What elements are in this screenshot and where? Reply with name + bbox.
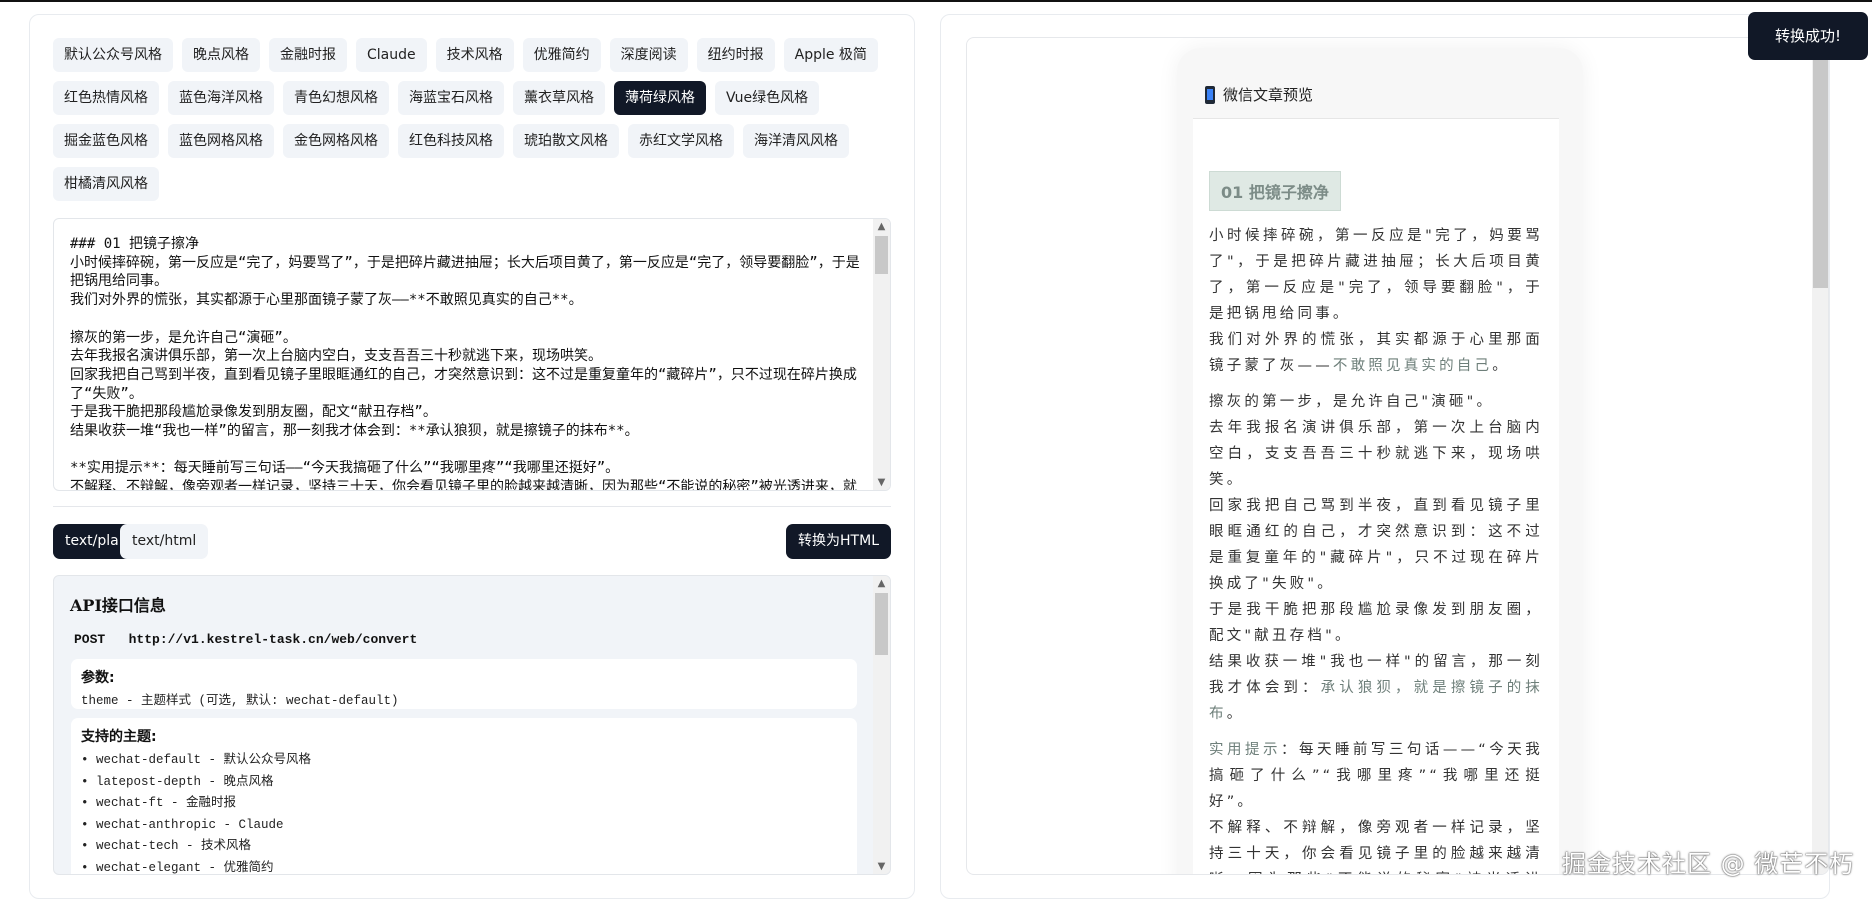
- theme-button[interactable]: 深度阅读: [609, 38, 688, 72]
- api-title: API接口信息: [70, 596, 166, 615]
- article-content: 01 把镜子擦净 小时候摔碎碗，第一反应是"完了，妈要骂了"，于是把碎片藏进抽屉…: [1193, 118, 1559, 874]
- editor-scrollbar[interactable]: ▲ ▼: [873, 219, 890, 490]
- paragraph: 小时候摔碎碗，第一反应是"完了，妈要骂了"，于是把碎片藏进抽屉；长大后项目黄了，…: [1209, 228, 1543, 322]
- theme-list: 默认公众号风格 晚点风格 金融时报 Claude 技术风格 优雅简约 深度阅读 纽约时报 App…: [53, 38, 893, 201]
- theme-button[interactable]: 金色网格风格: [283, 124, 389, 158]
- theme-button[interactable]: 晚点风格: [182, 38, 260, 72]
- paragraph: 于是我干脆把那段尴尬录像发到朋友圈，配文"献丑存档"。: [1209, 602, 1543, 644]
- theme-button[interactable]: 琥珀散文风格: [513, 124, 619, 158]
- success-toast: 转换成功!: [1748, 12, 1868, 60]
- article-heading: 01 把镜子擦净: [1209, 171, 1341, 211]
- api-scrollbar[interactable]: ▲ ▼: [873, 576, 890, 874]
- scroll-thumb[interactable]: [1813, 48, 1828, 288]
- params-title: 参数:: [81, 670, 115, 686]
- markdown-input[interactable]: ### 01 把镜子擦净 小时候摔碎碗，第一反应是“完了，妈要骂了”，于是把碎片…: [53, 218, 891, 491]
- preview-panel: 微信文章预览 01 把镜子擦净 小时候摔碎碗，第一反应是"完了，妈要骂了"，于是…: [940, 14, 1830, 899]
- theme-button[interactable]: 海洋清风风格: [743, 124, 849, 158]
- params-box: 参数: theme - 主题样式 (可选, 默认: wechat-default…: [71, 659, 857, 709]
- themes-title: 支持的主题:: [81, 729, 157, 745]
- theme-button[interactable]: 薄荷绿风格: [614, 81, 706, 115]
- theme-button[interactable]: 青色幻想风格: [283, 81, 389, 115]
- themes-box: 支持的主题: • wechat-default - 默认公众号风格 • latep…: [71, 718, 857, 875]
- theme-button[interactable]: 掘金蓝色风格: [53, 124, 159, 158]
- markdown-text[interactable]: ### 01 把镜子擦净 小时候摔碎碗，第一反应是“完了，妈要骂了”，于是把碎片…: [70, 235, 860, 490]
- preview-title: 微信文章预览: [1223, 86, 1314, 104]
- api-url: http://v1.kestrel-task.cn/web/convert: [128, 632, 418, 647]
- theme-button[interactable]: Vue绿色风格: [715, 81, 820, 115]
- preview-scrollbar[interactable]: [1812, 48, 1828, 874]
- paragraph: 回家我把自己骂到半夜，直到看见镜子里眼眶通红的自己，才突然意识到：这不过是重复童…: [1209, 498, 1543, 592]
- theme-list-item: • wechat-default - 默认公众号风格: [81, 753, 312, 767]
- scroll-up-icon[interactable]: ▲: [873, 221, 890, 232]
- editor-panel: 默认公众号风格 晚点风格 金融时报 Claude 技术风格 优雅简约 深度阅读 纽约时报 App…: [29, 14, 915, 899]
- theme-button[interactable]: 红色热情风格: [53, 81, 159, 115]
- paragraph: 不解释、不辩解，像旁观者一样记录，坚持三十天，你会看见镜子里的脸越来越清晰，因为…: [1209, 820, 1543, 874]
- theme-button[interactable]: 海蓝宝石风格: [398, 81, 504, 115]
- mobile-phone-icon: [1205, 85, 1215, 104]
- api-endpoint: POST http://v1.kestrel-task.cn/web/conve…: [74, 632, 417, 647]
- paragraph: 擦灰的第一步，是允许自己"演砸"。: [1209, 394, 1495, 410]
- theme-button[interactable]: 纽约时报: [696, 38, 775, 72]
- api-method: POST: [74, 632, 106, 647]
- watermark: 掘金技术社区 @ 微芒不朽: [1562, 850, 1855, 878]
- api-info: API接口信息 POST http://v1.kestrel-task.cn/w…: [53, 575, 891, 875]
- theme-button[interactable]: 默认公众号风格: [53, 38, 173, 72]
- theme-button[interactable]: 赤红文学风格: [628, 124, 734, 158]
- bold-text: 实用提示: [1209, 742, 1281, 758]
- theme-button[interactable]: 技术风格: [435, 38, 514, 72]
- scroll-thumb[interactable]: [875, 236, 888, 274]
- tab-text-html[interactable]: text/html: [120, 524, 209, 559]
- text: 。: [1226, 706, 1245, 722]
- scroll-down-icon[interactable]: ▼: [873, 477, 890, 488]
- theme-button[interactable]: 蓝色网格风格: [168, 124, 274, 158]
- theme-list-item: • wechat-elegant - 优雅简约: [81, 860, 274, 875]
- theme-button[interactable]: Claude: [356, 38, 427, 72]
- params-text: theme - 主题样式 (可选, 默认: wechat-default): [81, 694, 399, 708]
- theme-button[interactable]: 薰衣草风格: [513, 81, 605, 115]
- theme-button[interactable]: 红色科技风格: [398, 124, 504, 158]
- theme-list-item: • wechat-tech - 技术风格: [81, 839, 252, 853]
- preview-frame: 微信文章预览 01 把镜子擦净 小时候摔碎碗，第一反应是"完了，妈要骂了"，于是…: [966, 37, 1829, 875]
- paragraph: 去年我报名演讲俱乐部，第一次上台脑内空白，支支吾吾三十秒就逃下来，现场哄笑。: [1209, 420, 1543, 488]
- preview-header: 微信文章预览: [1205, 84, 1313, 105]
- theme-button[interactable]: 柑橘清风风格: [53, 167, 159, 201]
- divider: [53, 506, 891, 507]
- convert-button[interactable]: 转换为HTML: [786, 524, 891, 559]
- scroll-down-icon[interactable]: ▼: [873, 861, 890, 872]
- theme-button[interactable]: 金融时报: [269, 38, 347, 72]
- theme-list-item: • latepost-depth - 晚点风格: [81, 774, 274, 789]
- theme-list-item: • wechat-anthropic - Claude: [81, 817, 284, 832]
- text: 。: [1492, 358, 1510, 374]
- scroll-thumb[interactable]: [875, 593, 888, 655]
- theme-button[interactable]: Apple 极简: [783, 38, 878, 72]
- theme-button[interactable]: 优雅简约: [522, 38, 601, 72]
- theme-button[interactable]: 蓝色海洋风格: [168, 81, 274, 115]
- theme-list-item: • wechat-ft - 金融时报: [81, 796, 237, 810]
- scroll-up-icon[interactable]: ▲: [873, 578, 890, 589]
- phone-preview: 微信文章预览 01 把镜子擦净 小时候摔碎碗，第一反应是"完了，妈要骂了"，于是…: [1177, 48, 1583, 874]
- bold-text: 不敢照见真实的自己: [1332, 358, 1493, 374]
